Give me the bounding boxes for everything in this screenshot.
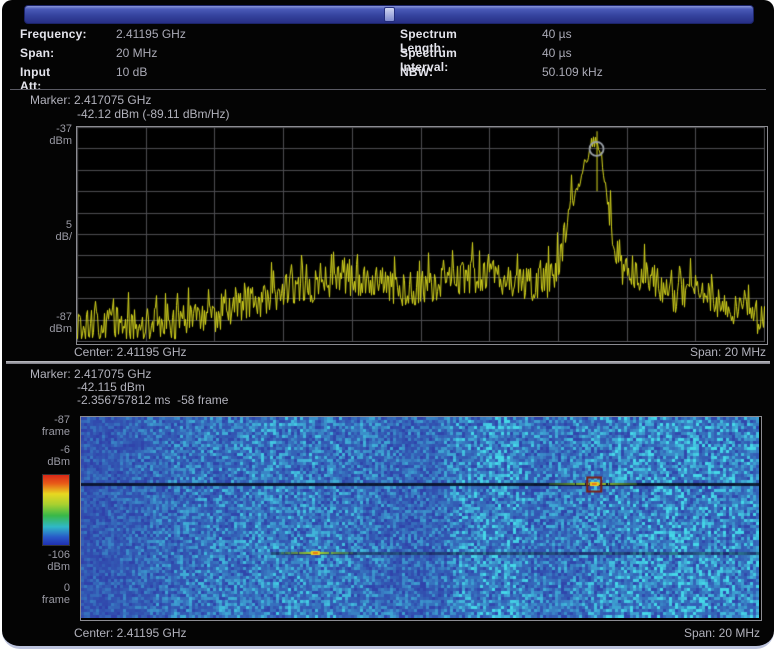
header-divider	[10, 89, 766, 90]
analyzer-screen: Frequency: 2.41195 GHz Span: 20 MHz Inpu…	[0, 0, 776, 654]
spectrogram-bottom-frame-value: 0	[6, 582, 70, 594]
amplitude-colorbar-legend	[42, 474, 70, 546]
spectrogram-span-label: Span: 20 MHz	[560, 626, 760, 640]
span-label: Span:	[20, 46, 54, 60]
spectrum-ref-level-value: -37	[8, 123, 72, 135]
nbw-value: 50.109 kHz	[542, 65, 742, 79]
input-att-value: 10 dB	[116, 65, 316, 79]
spectrogram-bottom-frame-unit: frame	[6, 594, 70, 606]
window-titlebar[interactable]	[24, 5, 754, 24]
screen-bezel: Frequency: 2.41195 GHz Span: 20 MHz Inpu…	[2, 0, 774, 649]
colorbar-bottom-value: -106	[6, 549, 70, 561]
spectrum-span-label: Span: 20 MHz	[566, 345, 766, 359]
frequency-value: 2.41195 GHz	[116, 27, 316, 41]
spectrum-bottom-level-unit: dBm	[8, 323, 72, 335]
spectrogram-marker-readout-line1: Marker: 2.417075 GHz	[30, 367, 151, 381]
spectrogram-marker-readout-line3: -2.356757812 ms -58 frame	[77, 393, 228, 407]
spectrum-marker-readout-line1: Marker: 2.417075 GHz	[30, 93, 151, 107]
nbw-label: NBW:	[400, 65, 433, 79]
titlebar-splitter-handle[interactable]	[384, 7, 395, 22]
spectrum-scale-per-div-unit: dB/	[8, 231, 72, 243]
colorbar-top-value: -6	[6, 444, 70, 456]
spectrum-plot-canvas[interactable]	[77, 127, 765, 342]
spectrum-ref-level-unit: dBm	[8, 135, 72, 147]
spectrum-center-frequency-label: Center: 2.41195 GHz	[74, 345, 187, 359]
spectrum-marker-readout-line2: -42.12 dBm (-89.11 dBm/Hz)	[77, 107, 230, 121]
spectrum-scale-per-div-value: 5	[8, 219, 72, 231]
spectrum-length-value: 40 µs	[542, 27, 742, 41]
spectrogram-top-frame-value: -87	[6, 414, 70, 426]
spectrum-bottom-level-value: -87	[8, 311, 72, 323]
spectrogram-plot-canvas[interactable]	[81, 417, 759, 618]
spectrum-plot-area[interactable]	[76, 126, 768, 345]
spectrogram-marker-readout-line2: -42.115 dBm	[77, 380, 145, 394]
spectrogram-top-frame-unit: frame	[6, 426, 70, 438]
spectrum-interval-value: 40 µs	[542, 46, 742, 60]
spectrogram-center-frequency-label: Center: 2.41195 GHz	[74, 626, 187, 640]
window-divider[interactable]	[6, 361, 770, 364]
span-value: 20 MHz	[116, 46, 316, 60]
frequency-label: Frequency:	[20, 27, 87, 41]
colorbar-bottom-unit: dBm	[6, 561, 70, 573]
spectrogram-plot-area[interactable]	[80, 416, 762, 621]
colorbar-top-unit: dBm	[6, 456, 70, 468]
